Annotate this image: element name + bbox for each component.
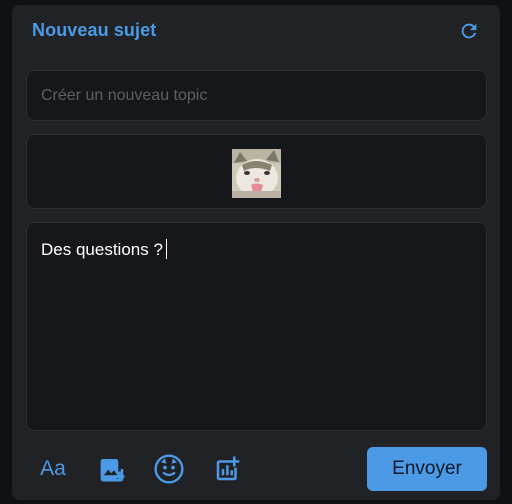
image-attachment-area[interactable] [26, 134, 487, 209]
text-format-button[interactable]: Aa [38, 453, 68, 485]
panel-header: Nouveau sujet [12, 5, 500, 57]
message-content[interactable]: Des questions ? [41, 239, 167, 260]
sticker-button[interactable] [152, 453, 186, 485]
sticker-icon [154, 454, 184, 484]
compose-toolbar: Aa Envoyer [12, 445, 500, 493]
topic-title-field[interactable] [26, 70, 487, 121]
add-poll-button[interactable] [212, 453, 244, 485]
add-poll-icon [216, 456, 240, 481]
refresh-icon[interactable] [458, 20, 480, 42]
new-topic-panel: Nouveau sujet Des questions ? Aa [12, 5, 500, 500]
cat-sticker-image[interactable] [232, 149, 281, 198]
text-caret [165, 239, 167, 259]
message-textarea[interactable]: Des questions ? [26, 222, 487, 431]
page-title: Nouveau sujet [32, 20, 157, 40]
send-button[interactable]: Envoyer [367, 447, 487, 491]
add-image-icon [100, 459, 125, 482]
topic-title-input[interactable] [27, 71, 486, 120]
add-image-button[interactable] [96, 453, 128, 485]
message-text: Des questions ? [41, 240, 163, 259]
